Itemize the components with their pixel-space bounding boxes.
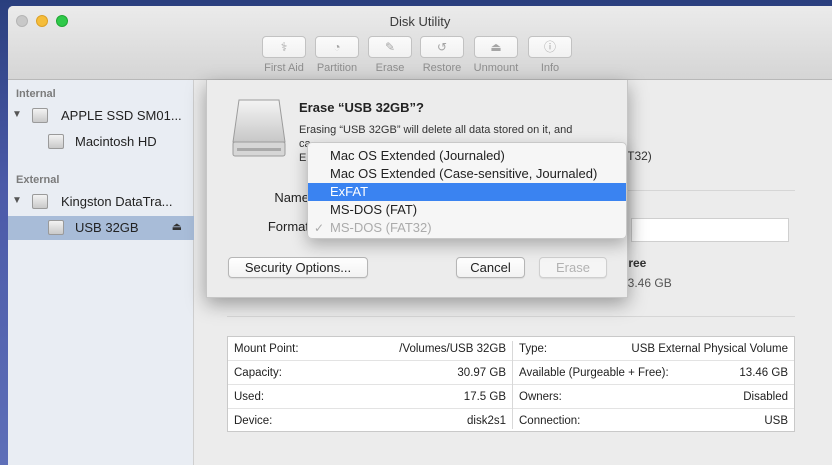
info-key: Type: bbox=[519, 343, 548, 355]
sheet-title: Erase “USB 32GB”? bbox=[299, 100, 424, 115]
disclosure-triangle-icon[interactable]: ▼ bbox=[12, 195, 22, 206]
info-value: 13.46 GB bbox=[739, 367, 788, 379]
stethoscope-icon[interactable]: ⚕ bbox=[262, 36, 306, 58]
info-value: USB External Physical Volume bbox=[631, 343, 788, 355]
info-key: Available (Purgeable + Free): bbox=[519, 367, 669, 379]
toolbar-label: Unmount bbox=[473, 62, 519, 74]
format-dropdown-menu: Mac OS Extended (Journaled) Mac OS Exten… bbox=[307, 142, 627, 239]
sidebar-item-apple-ssd[interactable]: ▼ APPLE SSD SM01... bbox=[8, 104, 194, 128]
menu-item-exfat[interactable]: ExFAT bbox=[308, 183, 626, 201]
unmount-icon[interactable]: ⏏ bbox=[474, 36, 518, 58]
free-value: 13.46 GB bbox=[621, 276, 672, 290]
eject-icon[interactable]: ⏏ bbox=[172, 220, 182, 233]
menu-item-mac-os-extended-journaled[interactable]: Mac OS Extended (Journaled) bbox=[308, 147, 626, 165]
info-column-right: Type: USB External Physical Volume Avail… bbox=[513, 337, 794, 433]
info-row: Device: disk2s1 bbox=[228, 409, 512, 433]
info-key: Capacity: bbox=[234, 367, 282, 379]
restore-icon[interactable]: ↺ bbox=[420, 36, 464, 58]
toolbar-label: Info bbox=[540, 62, 560, 74]
security-options-button[interactable]: Security Options... bbox=[228, 257, 368, 278]
info-icon[interactable]: ⓘ bbox=[528, 36, 572, 58]
info-row: Mount Point: /Volumes/USB 32GB bbox=[228, 337, 512, 361]
menu-item-mac-os-extended-case-sensitive[interactable]: Mac OS Extended (Case-sensitive, Journal… bbox=[308, 165, 626, 183]
info-value: 30.97 GB bbox=[457, 367, 506, 379]
info-row: Connection: USB bbox=[513, 409, 794, 433]
sidebar-header-external: External bbox=[16, 174, 60, 186]
format-label: Format bbox=[267, 219, 309, 234]
info-value: 17.5 GB bbox=[463, 391, 506, 403]
description-line: Erasing “USB 32GB” will delete all data … bbox=[299, 124, 573, 136]
toolbar-erase[interactable]: ✎ Erase bbox=[360, 36, 420, 74]
info-row: Type: USB External Physical Volume bbox=[513, 337, 794, 361]
toolbar-partition[interactable]: ◔ Partition bbox=[307, 36, 367, 74]
info-value: /Volumes/USB 32GB bbox=[399, 343, 506, 355]
info-column-left: Mount Point: /Volumes/USB 32GB Capacity:… bbox=[228, 337, 512, 433]
name-label: Name bbox=[274, 190, 309, 205]
sidebar-item-kingston[interactable]: ▼ Kingston DataTra... bbox=[8, 190, 194, 214]
info-value: Disabled bbox=[743, 391, 788, 403]
info-value: disk2s1 bbox=[467, 415, 506, 427]
sidebar-item-label: USB 32GB bbox=[75, 220, 139, 235]
sidebar-item-label: Macintosh HD bbox=[75, 134, 157, 149]
sidebar-item-label: Kingston DataTra... bbox=[61, 194, 173, 209]
info-key: Owners: bbox=[519, 391, 562, 403]
sidebar-item-usb-32gb[interactable]: USB 32GB ⏏ bbox=[8, 216, 194, 240]
info-row: Used: 17.5 GB bbox=[228, 385, 512, 409]
background-field bbox=[631, 218, 789, 242]
toolbar-first-aid[interactable]: ⚕ First Aid bbox=[254, 36, 314, 74]
sidebar-item-macintosh-hd[interactable]: Macintosh HD bbox=[8, 130, 194, 154]
divider bbox=[227, 316, 795, 317]
info-key: Connection: bbox=[519, 415, 581, 427]
checkmark-icon: ✓ bbox=[314, 221, 325, 235]
toolbar-label: Restore bbox=[422, 62, 462, 74]
window-title: Disk Utility bbox=[389, 14, 451, 29]
erase-button[interactable]: Erase bbox=[539, 257, 607, 278]
erase-icon[interactable]: ✎ bbox=[368, 36, 412, 58]
info-row: Capacity: 30.97 GB bbox=[228, 361, 512, 385]
title-bar: Disk Utility ⚕ First Aid ◔ Partition ✎ E… bbox=[8, 6, 832, 80]
volume-icon bbox=[48, 220, 64, 235]
internal-disk-icon bbox=[32, 108, 48, 123]
info-row: Available (Purgeable + Free): 13.46 GB bbox=[513, 361, 794, 385]
external-drive-icon bbox=[232, 99, 286, 157]
info-table: Mount Point: /Volumes/USB 32GB Capacity:… bbox=[227, 336, 795, 432]
toolbar-restore[interactable]: ↺ Restore bbox=[412, 36, 472, 74]
sidebar-item-label: APPLE SSD SM01... bbox=[61, 108, 182, 123]
menu-item-ms-dos-fat32: ✓ MS-DOS (FAT32) bbox=[308, 219, 626, 237]
cancel-button[interactable]: Cancel bbox=[456, 257, 525, 278]
info-key: Mount Point: bbox=[234, 343, 299, 355]
external-disk-icon bbox=[32, 194, 48, 209]
menu-item-label: MS-DOS (FAT32) bbox=[330, 220, 432, 235]
sidebar-header-internal: Internal bbox=[16, 88, 56, 100]
toolbar-label: Partition bbox=[316, 62, 358, 74]
info-row: Owners: Disabled bbox=[513, 385, 794, 409]
menu-item-ms-dos-fat[interactable]: MS-DOS (FAT) bbox=[308, 201, 626, 219]
volume-icon bbox=[48, 134, 64, 149]
partition-icon[interactable]: ◔ bbox=[315, 36, 359, 58]
info-value: USB bbox=[764, 415, 788, 427]
info-key: Device: bbox=[234, 415, 273, 427]
sidebar: Internal ▼ APPLE SSD SM01... Macintosh H… bbox=[8, 80, 194, 465]
disclosure-triangle-icon[interactable]: ▼ bbox=[12, 109, 22, 120]
toolbar-label: Erase bbox=[375, 62, 405, 74]
toolbar-label: First Aid bbox=[264, 62, 304, 74]
info-key: Used: bbox=[234, 391, 265, 403]
toolbar-unmount[interactable]: ⏏ Unmount bbox=[466, 36, 526, 74]
toolbar-info[interactable]: ⓘ Info bbox=[520, 36, 580, 74]
